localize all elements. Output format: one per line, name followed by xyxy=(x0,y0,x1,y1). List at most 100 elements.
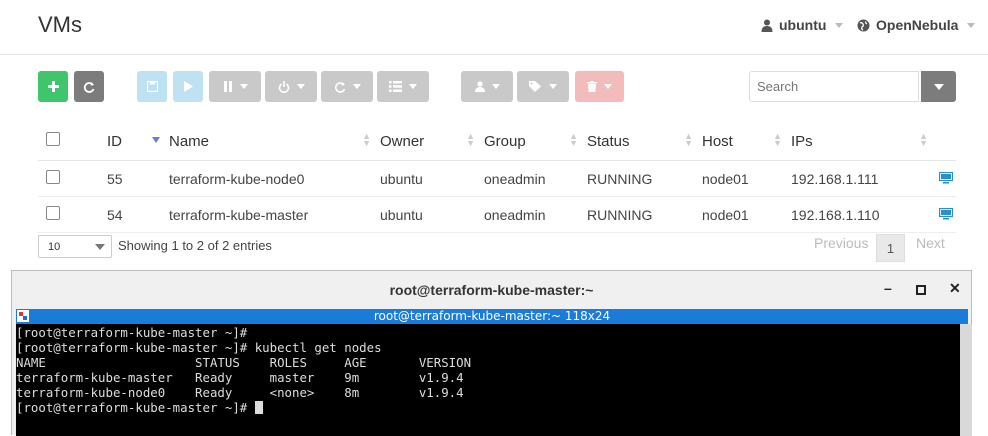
monitor-icon[interactable] xyxy=(938,171,954,184)
column-label: Owner xyxy=(380,132,425,150)
sort-icon: ▲ ▼ xyxy=(919,131,928,148)
tags-menu-button[interactable] xyxy=(517,71,569,102)
vm-ip: 192.168.1.110 xyxy=(790,196,936,233)
pause-icon xyxy=(223,81,232,92)
column-label: Name xyxy=(169,132,210,150)
column-header-owner[interactable]: Owner ▲ ▼ xyxy=(379,122,483,161)
column-label: Host xyxy=(702,132,733,150)
select-all-checkbox[interactable] xyxy=(46,132,60,146)
row-select-cell xyxy=(38,160,106,197)
column-header-actions xyxy=(936,122,956,161)
save-button[interactable] xyxy=(137,71,167,102)
tag-icon xyxy=(529,81,541,92)
page-title: VMs xyxy=(38,12,82,37)
vm-ip: 192.168.1.111 xyxy=(790,160,936,197)
user-menu[interactable]: ubuntu xyxy=(761,17,844,33)
sort-desc-icon xyxy=(152,137,160,143)
zone-name: OpenNebula xyxy=(876,17,959,33)
vm-host: node01 xyxy=(701,196,790,233)
chevron-down-icon xyxy=(967,22,976,28)
top-bar: VMs ubuntu OpenNebula xyxy=(0,0,988,55)
trash-icon xyxy=(587,81,597,92)
row-checkbox[interactable] xyxy=(46,206,60,220)
refresh-button[interactable] xyxy=(74,71,104,102)
terminal-line: [root@terraform-kube-master ~]# kubectl … xyxy=(16,340,382,355)
maximize-icon[interactable] xyxy=(916,285,926,295)
terminal-app-icon xyxy=(17,310,29,322)
row-checkbox[interactable] xyxy=(46,170,60,184)
plus-icon xyxy=(47,81,59,92)
terminal-window[interactable]: root@terraform-kube-master:~ – ✕ root@te… xyxy=(11,270,972,436)
column-header-host[interactable]: Host ▲ ▼ xyxy=(701,122,790,161)
power-menu-button[interactable] xyxy=(265,71,317,102)
terminal-line: terraform-kube-master Ready master 9m v1… xyxy=(16,370,464,385)
column-header-status[interactable]: Status ▲ ▼ xyxy=(586,122,701,161)
terminal-line: [root@terraform-kube-master ~]# xyxy=(16,325,248,340)
entries-info: Showing 1 to 2 of 2 entries xyxy=(118,238,272,253)
reboot-icon xyxy=(334,81,345,93)
vnc-cell xyxy=(936,160,956,197)
vm-host: node01 xyxy=(701,160,790,197)
page-length-value: 10 xyxy=(48,240,61,253)
monitor-icon[interactable] xyxy=(938,207,954,220)
previous-page-link[interactable]: Previous xyxy=(814,235,868,251)
column-header-group[interactable]: Group ▲ ▼ xyxy=(483,122,586,161)
vm-group: oneadmin xyxy=(483,196,586,233)
reboot-menu-button[interactable] xyxy=(321,71,373,102)
sort-icon: ▲ ▼ xyxy=(569,131,578,148)
table-row[interactable]: 54 terraform-kube-master ubuntu oneadmin… xyxy=(38,196,956,233)
sort-icon: ▲ ▼ xyxy=(773,131,782,148)
delete-menu-button[interactable] xyxy=(575,71,624,102)
search-input[interactable] xyxy=(749,71,919,102)
vm-owner: ubuntu xyxy=(379,196,483,233)
terminal-cursor xyxy=(254,401,263,414)
search-options-button[interactable] xyxy=(921,71,956,102)
floppy-icon xyxy=(146,81,158,92)
user-icon xyxy=(474,81,485,92)
minimize-icon[interactable]: – xyxy=(884,280,892,296)
vm-id: 55 xyxy=(106,160,168,197)
user-menu-button[interactable] xyxy=(461,71,513,102)
play-icon xyxy=(184,81,193,92)
current-page-button[interactable]: 1 xyxy=(876,234,905,262)
terminal-line: terraform-kube-node0 Ready <none> 8m v1.… xyxy=(16,385,464,400)
vm-owner: ubuntu xyxy=(379,160,483,197)
vms-table: ID Name ▲ ▼ Owner ▲ ▼ Group ▲ ▼ Status ▲ ▼ Host ▲… xyxy=(38,122,956,233)
sort-icon: ▲ ▼ xyxy=(466,131,475,148)
terminal-scrollbar[interactable] xyxy=(960,324,972,436)
table-header-row: ID Name ▲ ▼ Owner ▲ ▼ Group ▲ ▼ Status ▲ ▼ Host ▲… xyxy=(38,122,956,161)
vm-group: oneadmin xyxy=(483,160,586,197)
terminal-screen[interactable]: [root@terraform-kube-master ~]# [root@ter… xyxy=(16,324,960,436)
sort-icon: ▲ ▼ xyxy=(684,131,693,148)
vm-id: 54 xyxy=(106,196,168,233)
terminal-tab[interactable]: root@terraform-kube-master:~ 118x24 xyxy=(16,309,968,324)
close-icon[interactable]: ✕ xyxy=(949,280,961,297)
column-label: IPs xyxy=(791,132,813,150)
vnc-cell xyxy=(936,196,956,233)
column-header-ips[interactable]: IPs ▲ ▼ xyxy=(790,122,936,161)
column-header-id[interactable]: ID xyxy=(106,122,168,161)
terminal-line: NAME STATUS ROLES AGE VERSION xyxy=(16,355,472,370)
refresh-icon xyxy=(83,81,95,93)
table-row[interactable]: 55 terraform-kube-node0 ubuntu oneadmin … xyxy=(38,160,956,197)
pause-menu-button[interactable] xyxy=(209,71,261,102)
create-button[interactable] xyxy=(38,71,68,102)
list-menu-button[interactable] xyxy=(377,71,429,102)
zone-menu[interactable]: OpenNebula xyxy=(857,17,976,33)
page-length-select[interactable]: 10 xyxy=(38,235,112,258)
user-icon xyxy=(761,19,773,32)
chevron-down-icon xyxy=(95,244,105,250)
column-label: Group xyxy=(484,132,526,150)
column-header-name[interactable]: Name ▲ ▼ xyxy=(168,122,379,161)
terminal-prompt-line: [root@terraform-kube-master ~]# xyxy=(16,400,960,415)
vm-status: RUNNING xyxy=(586,160,701,197)
play-button[interactable] xyxy=(173,71,203,102)
terminal-tab-label: root@terraform-kube-master:~ 118x24 xyxy=(373,309,611,323)
list-icon xyxy=(389,81,402,92)
row-select-cell xyxy=(38,196,106,233)
next-page-link[interactable]: Next xyxy=(916,235,945,251)
vm-name: terraform-kube-master xyxy=(168,196,379,233)
column-label: Status xyxy=(587,132,630,150)
column-label: ID xyxy=(107,132,122,150)
terminal-title: root@terraform-kube-master:~ xyxy=(389,282,594,298)
